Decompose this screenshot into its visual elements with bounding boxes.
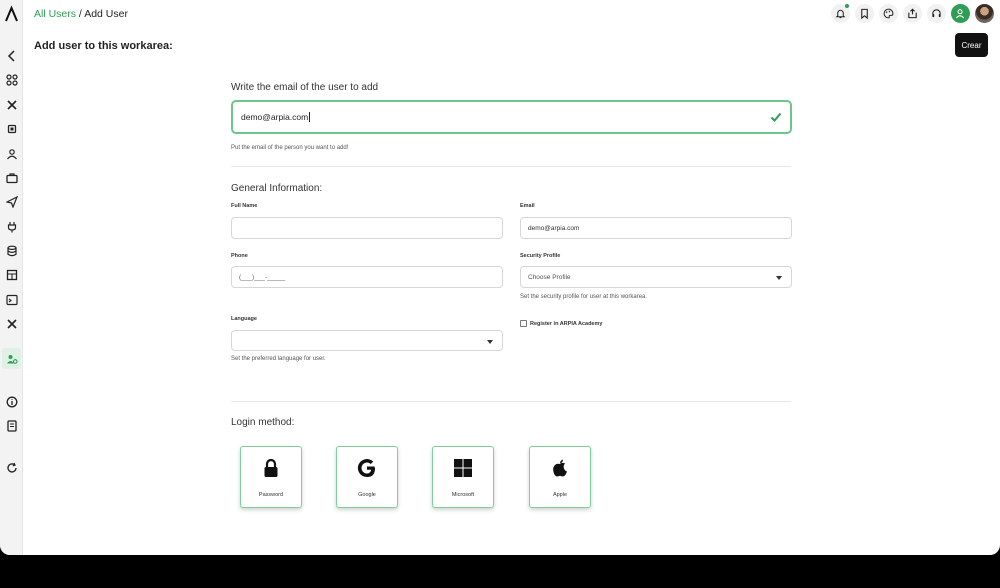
sidebar [0, 0, 23, 555]
database-icon[interactable] [3, 242, 20, 259]
notification-dot [845, 4, 849, 8]
divider [231, 166, 791, 167]
user-avatar[interactable] [975, 4, 994, 23]
headset-icon[interactable] [927, 4, 946, 23]
breadcrumb-all-users-link[interactable]: All Users [34, 8, 76, 20]
send-icon[interactable] [3, 193, 20, 210]
email-value: demo@arpia.com [528, 224, 580, 232]
email-section-label: Write the email of the user to add [231, 82, 379, 93]
bell-icon[interactable] [831, 4, 850, 23]
general-info-title: General Information: [231, 183, 323, 194]
refresh-icon[interactable] [3, 459, 20, 476]
login-apple-card[interactable]: Apple [529, 446, 591, 508]
breadcrumb-separator: / [76, 8, 85, 20]
full-name-input[interactable] [231, 217, 503, 239]
language-select[interactable] [231, 330, 503, 351]
divider [231, 401, 791, 402]
windows-icon [454, 459, 472, 477]
login-password-label: Password [258, 492, 284, 498]
text-cursor [309, 112, 311, 122]
email-helper-text: Put the email of the person you want to … [231, 145, 349, 151]
terminal-icon[interactable] [3, 291, 20, 308]
full-name-label: Full Name [231, 203, 258, 209]
tools-icon[interactable] [3, 96, 20, 113]
page-title: Add user to this workarea: [34, 40, 173, 52]
google-icon [357, 459, 375, 478]
email-label: Email [520, 203, 535, 209]
security-profile-label: Security Profile [520, 253, 561, 259]
security-profile-select[interactable]: Choose Profile [520, 266, 792, 288]
security-profile-value: Choose Profile [528, 273, 571, 281]
topbar-actions [831, 4, 994, 23]
check-icon [770, 112, 782, 122]
wrench-icon[interactable] [3, 315, 20, 332]
back-icon[interactable] [3, 47, 20, 64]
arpia-logo[interactable] [3, 4, 20, 24]
table-icon[interactable] [3, 266, 20, 283]
share-icon[interactable] [903, 4, 922, 23]
apple-icon [553, 459, 567, 477]
users-gear-icon[interactable] [2, 348, 21, 369]
email-input[interactable]: demo@arpia.com [520, 217, 792, 239]
info-icon[interactable] [3, 393, 20, 410]
academy-checkbox-label[interactable]: Register in ARPIA Academy [530, 321, 602, 327]
user-add-icon[interactable] [951, 4, 970, 23]
topbar: All Users / Add User [23, 0, 1000, 28]
language-label: Language [231, 316, 257, 322]
academy-checkbox-row: Register in ARPIA Academy [520, 320, 602, 327]
login-google-label: Google [358, 492, 376, 498]
chip-icon[interactable] [3, 120, 20, 137]
breadcrumb: All Users / Add User [34, 8, 128, 20]
login-apple-label: Apple [552, 492, 568, 498]
book-icon[interactable] [3, 417, 20, 434]
login-google-card[interactable]: Google [336, 446, 398, 508]
phone-placeholder: (___)___-_____ [239, 273, 286, 281]
phone-input[interactable]: (___)___-_____ [231, 266, 503, 288]
briefcase-icon[interactable] [3, 169, 20, 186]
add-user-email-value: demo@arpia.com [241, 112, 309, 122]
breadcrumb-current: Add User [84, 8, 128, 20]
plug-icon[interactable] [3, 218, 20, 235]
login-password-card[interactable]: Password [240, 446, 302, 508]
app-window: All Users / Add User Add user to this wo… [0, 0, 1000, 555]
add-user-email-input[interactable]: demo@arpia.com [231, 100, 792, 134]
create-button[interactable]: Crear [955, 33, 988, 57]
lock-icon [264, 458, 278, 477]
login-method-title: Login method: [231, 417, 295, 428]
academy-checkbox[interactable] [520, 320, 527, 327]
login-microsoft-card[interactable]: Microsoft [432, 446, 494, 508]
security-profile-helper: Set the security profile for user at thi… [520, 294, 648, 300]
user-network-icon[interactable] [3, 145, 20, 162]
palette-icon[interactable] [879, 4, 898, 23]
bookmark-icon[interactable] [855, 4, 874, 23]
phone-label: Phone [231, 253, 248, 259]
login-microsoft-label: Microsoft [451, 492, 475, 498]
apps-icon[interactable] [3, 71, 20, 88]
language-helper: Set the preferred language for user. [231, 356, 326, 362]
